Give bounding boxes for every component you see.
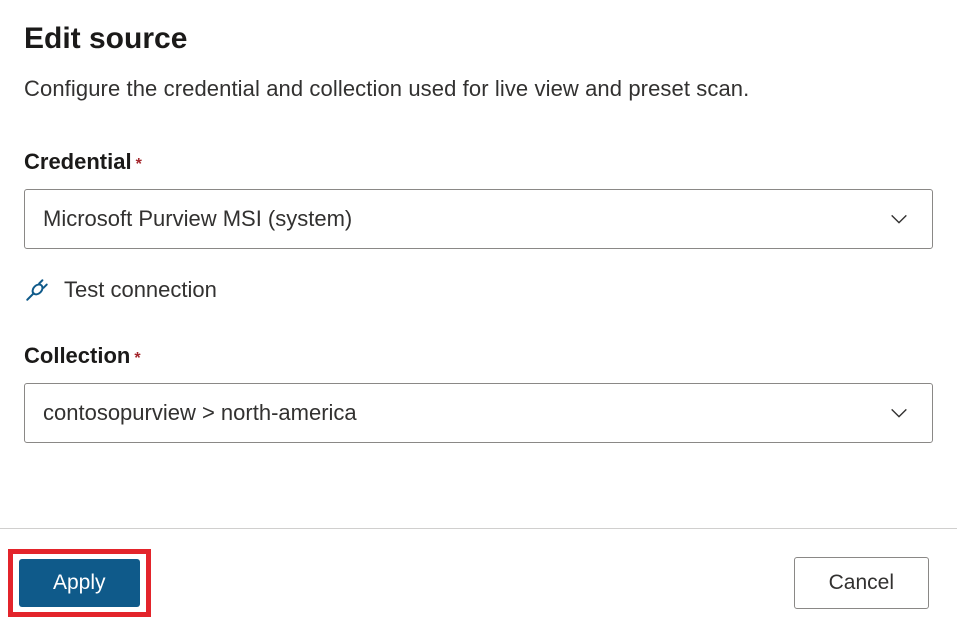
collection-field-group: Collection* contosopurview > north-ameri…: [24, 343, 933, 443]
collection-label: Collection: [24, 343, 130, 369]
plug-icon: [24, 277, 50, 303]
collection-dropdown[interactable]: contosopurview > north-america: [24, 383, 933, 443]
page-description: Configure the credential and collection …: [24, 74, 933, 105]
chevron-down-icon: [888, 402, 910, 424]
required-asterisk: *: [136, 156, 142, 173]
page-title: Edit source: [24, 22, 933, 56]
required-asterisk: *: [134, 350, 140, 367]
test-connection-link[interactable]: Test connection: [24, 277, 933, 303]
credential-dropdown[interactable]: Microsoft Purview MSI (system): [24, 189, 933, 249]
credential-field-group: Credential* Microsoft Purview MSI (syste…: [24, 149, 933, 249]
collection-selected-value: contosopurview > north-america: [43, 400, 357, 426]
chevron-down-icon: [888, 208, 910, 230]
apply-highlight-box: Apply: [8, 549, 151, 617]
cancel-button[interactable]: Cancel: [794, 557, 929, 609]
apply-button[interactable]: Apply: [19, 559, 140, 607]
footer: Apply Cancel: [0, 528, 957, 641]
credential-label: Credential: [24, 149, 132, 175]
credential-selected-value: Microsoft Purview MSI (system): [43, 206, 352, 232]
test-connection-label: Test connection: [64, 277, 217, 303]
